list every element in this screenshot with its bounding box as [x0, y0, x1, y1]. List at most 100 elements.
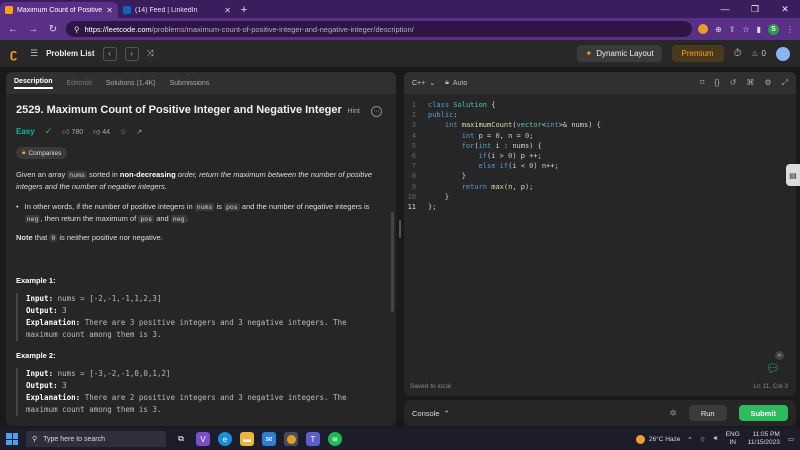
- solved-check-icon: ✓: [44, 126, 53, 136]
- close-tab-icon[interactable]: ✕: [224, 6, 231, 15]
- zoom-icon[interactable]: ⊕: [715, 25, 722, 34]
- close-badge-icon[interactable]: ✕: [775, 351, 784, 360]
- extension-icon[interactable]: [698, 24, 709, 34]
- share-icon[interactable]: ⇪: [729, 25, 736, 34]
- premium-button[interactable]: Premium: [671, 45, 724, 62]
- settings-gear-icon[interactable]: ⚙: [764, 78, 771, 88]
- language-select[interactable]: C++ ⌄: [412, 79, 436, 88]
- timer-icon[interactable]: ⏱: [734, 48, 742, 59]
- reload-icon[interactable]: ↻: [46, 24, 60, 35]
- tab-description[interactable]: Description: [14, 78, 53, 89]
- chat-bubble-icon[interactable]: 💬︎: [766, 362, 780, 376]
- example-2-heading: Example 2:: [16, 351, 56, 360]
- tray-chevron-icon[interactable]: ^: [688, 436, 691, 443]
- tab-title: Maximum Count of Positive Inte...: [17, 6, 103, 14]
- more-options-icon[interactable]: ⋯: [371, 106, 382, 117]
- task-view-icon[interactable]: ⧉: [174, 432, 188, 446]
- like-button[interactable]: 👍︎ 780: [62, 127, 83, 136]
- code-line: 11};: [407, 203, 437, 212]
- mail-icon[interactable]: ✉: [262, 432, 276, 446]
- chevron-down-icon: ⌄: [429, 80, 436, 87]
- leetcode-logo-icon[interactable]: ʗ: [10, 46, 22, 61]
- next-problem-button[interactable]: ›: [124, 46, 139, 61]
- sidepanel-icon[interactable]: ▮: [757, 25, 761, 34]
- run-button[interactable]: Run: [688, 405, 727, 421]
- side-note-icon[interactable]: ▤: [786, 164, 800, 186]
- taskbar-search-placeholder: Type here to search: [43, 435, 106, 443]
- reset-icon[interactable]: ↺: [730, 78, 737, 88]
- thumbs-up-icon: 👍︎: [62, 129, 70, 136]
- taskbar-search[interactable]: ⚲ Type here to search: [26, 431, 166, 447]
- visual-studio-icon[interactable]: V: [196, 432, 210, 446]
- difficulty-badge: Easy: [16, 127, 35, 136]
- browser-tab-linkedin[interactable]: (14) Feed | LinkedIn ✕: [118, 2, 236, 18]
- bookmark-star-icon[interactable]: ☆: [742, 25, 749, 34]
- prev-problem-button[interactable]: ‹: [102, 46, 117, 61]
- shortcut-icon[interactable]: ⌘: [746, 78, 754, 88]
- companies-tag[interactable]: 🔒︎ Companies: [16, 147, 68, 159]
- chrome-icon[interactable]: [284, 432, 298, 446]
- list-icon[interactable]: ☰: [30, 48, 38, 59]
- edge-icon[interactable]: e: [218, 432, 232, 446]
- problem-note: Note that 0 is neither positive nor nega…: [16, 233, 163, 242]
- problem-title: 2529. Maximum Count of Positive Integer …: [16, 104, 342, 116]
- notification-icon[interactable]: ▭: [788, 435, 794, 443]
- new-tab-button[interactable]: +: [236, 2, 252, 18]
- streak-counter[interactable]: ♨ 0: [751, 49, 766, 58]
- bookmark-icon[interactable]: ⌑: [700, 78, 704, 88]
- close-tab-icon[interactable]: ✕: [106, 6, 113, 15]
- leetcode-header: ʗ ☰ Problem List ‹ › ⤨ ✦ Dynamic Layout …: [0, 40, 800, 68]
- volume-icon[interactable]: 🔊︎: [714, 435, 718, 443]
- sparkle-icon: ✦: [585, 49, 593, 58]
- console-bar: Console ⌃ ✲ Run Submit: [404, 400, 796, 426]
- minimize-icon[interactable]: —: [710, 0, 740, 18]
- code-line: 10 }: [407, 192, 450, 201]
- file-explorer-icon[interactable]: ▬: [240, 432, 254, 446]
- close-window-icon[interactable]: ✕: [770, 0, 800, 18]
- url-field[interactable]: ⚲ https://leetcode.com/problems/maximum-…: [66, 21, 693, 37]
- share-link-icon[interactable]: ↗: [136, 128, 142, 136]
- tab-solutions[interactable]: Solutions (1.4K): [106, 80, 156, 87]
- expand-icon[interactable]: ⤢: [782, 78, 788, 88]
- forward-icon[interactable]: →: [26, 24, 40, 35]
- user-avatar[interactable]: [776, 46, 790, 61]
- menu-dots-icon[interactable]: ⋮: [786, 25, 794, 34]
- code-line: 9 return max(n, p);: [411, 182, 534, 191]
- back-icon[interactable]: ←: [6, 24, 20, 35]
- debug-icon[interactable]: ✲: [669, 408, 677, 419]
- dynamic-layout-button[interactable]: ✦ Dynamic Layout: [577, 45, 662, 62]
- description-bullet: • In other words, if the number of posit…: [16, 202, 370, 223]
- code-line: 2 public:: [411, 111, 458, 120]
- weather-widget[interactable]: 26°C Haze: [635, 434, 681, 444]
- language-indicator[interactable]: ENG IN: [726, 431, 740, 447]
- tab-submissions[interactable]: Submissions: [170, 80, 210, 87]
- description-tabs: Description Editorial Solutions (1.4K) S…: [6, 72, 396, 94]
- maximize-icon[interactable]: ❐: [740, 0, 770, 18]
- code-area[interactable]: 1 class Solution { 2 public: 3 int maximum…: [404, 94, 796, 212]
- dislike-count: 44: [102, 129, 111, 136]
- shuffle-icon[interactable]: ⤨: [147, 48, 154, 59]
- description-scrollbar[interactable]: [391, 212, 394, 312]
- network-icon[interactable]: ⌔: [699, 435, 705, 444]
- streak-value: 0: [761, 49, 766, 58]
- site-info-icon[interactable]: ⚲: [74, 25, 80, 34]
- problem-description: Given an array nums sorted in non-decrea…: [16, 170, 373, 191]
- profile-avatar[interactable]: S: [768, 23, 779, 35]
- dislike-button[interactable]: 👎︎ 44: [93, 127, 110, 136]
- console-toggle[interactable]: Console ⌃: [412, 409, 450, 418]
- braces-icon[interactable]: {}: [714, 78, 719, 88]
- problem-list-link[interactable]: Problem List: [46, 49, 94, 58]
- favorite-star-icon[interactable]: ☆: [120, 128, 126, 136]
- spotify-icon[interactable]: ≋: [328, 432, 342, 446]
- submit-button[interactable]: Submit: [738, 405, 788, 421]
- weather-text: 26°C Haze: [648, 435, 681, 443]
- panel-resize-handle[interactable]: [399, 220, 401, 238]
- hint-button[interactable]: Hint: [348, 108, 360, 115]
- teams-icon[interactable]: T: [306, 432, 320, 446]
- auto-mode-toggle[interactable]: 🔒︎ Auto: [445, 79, 467, 87]
- system-clock[interactable]: 11:05 PM 11/15/2023: [748, 431, 780, 447]
- url-path: /problems/maximum-count-of-positive-inte…: [151, 24, 414, 34]
- windows-start-icon[interactable]: [6, 433, 18, 445]
- tab-editorial[interactable]: Editorial: [67, 80, 92, 87]
- browser-tab-leetcode[interactable]: Maximum Count of Positive Inte... ✕: [0, 2, 118, 18]
